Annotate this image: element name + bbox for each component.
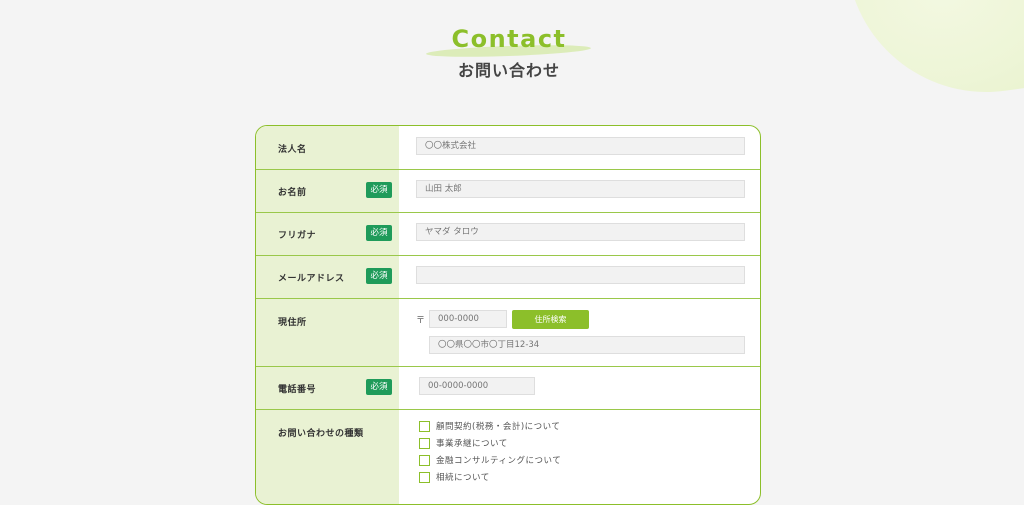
phone-input[interactable] xyxy=(419,377,535,395)
page-title-ja: お問い合わせ xyxy=(457,61,560,80)
checkbox[interactable] xyxy=(419,438,430,449)
checkbox[interactable] xyxy=(419,421,430,432)
email-label: メールアドレス xyxy=(278,274,345,284)
email-input[interactable] xyxy=(416,266,745,284)
form-row-phone: 電話番号 必須 xyxy=(256,367,760,410)
address-search-button[interactable]: 住所検索 xyxy=(512,310,589,329)
phone-label: 電話番号 xyxy=(278,385,317,395)
checkbox-label: 相続について xyxy=(436,473,490,483)
required-badge: 必須 xyxy=(366,379,392,395)
postal-mark: 〒 xyxy=(416,316,426,326)
company-label: 法人名 xyxy=(278,145,307,155)
required-badge: 必須 xyxy=(366,268,392,284)
checkbox-label: 金融コンサルティングについて xyxy=(436,456,562,466)
contact-form: 法人名 お名前 必須 フリガナ 必須 メールアドレス 必須 現住所 〒 住所検索… xyxy=(255,125,761,505)
form-row-name: お名前 必須 xyxy=(256,170,760,213)
page-title-en: Contact xyxy=(451,25,567,53)
checkbox[interactable] xyxy=(419,472,430,483)
form-row-inquiry-type: お問い合わせの種類 顧問契約(税務・会計)について 事業承継について 金融コンサ… xyxy=(256,410,760,504)
form-row-email: メールアドレス 必須 xyxy=(256,256,760,299)
inquiry-type-label: お問い合わせの種類 xyxy=(278,429,364,439)
furigana-label: フリガナ xyxy=(278,231,317,241)
form-row-company: 法人名 xyxy=(256,126,760,170)
form-row-furigana: フリガナ 必須 xyxy=(256,213,760,256)
required-badge: 必須 xyxy=(366,225,392,241)
name-label: お名前 xyxy=(278,188,307,198)
postal-code-input[interactable] xyxy=(429,310,507,328)
checkbox[interactable] xyxy=(419,455,430,466)
checkbox-label: 事業承継について xyxy=(436,439,508,449)
form-row-address: 現住所 〒 住所検索 xyxy=(256,299,760,367)
address-label: 現住所 xyxy=(278,318,307,328)
company-input[interactable] xyxy=(416,137,745,155)
required-badge: 必須 xyxy=(366,182,392,198)
furigana-input[interactable] xyxy=(416,223,745,241)
address-input[interactable] xyxy=(429,336,745,354)
page-header: Contact お問い合わせ xyxy=(0,0,1024,100)
checkbox-label: 顧問契約(税務・会計)について xyxy=(436,422,561,432)
name-input[interactable] xyxy=(416,180,745,198)
